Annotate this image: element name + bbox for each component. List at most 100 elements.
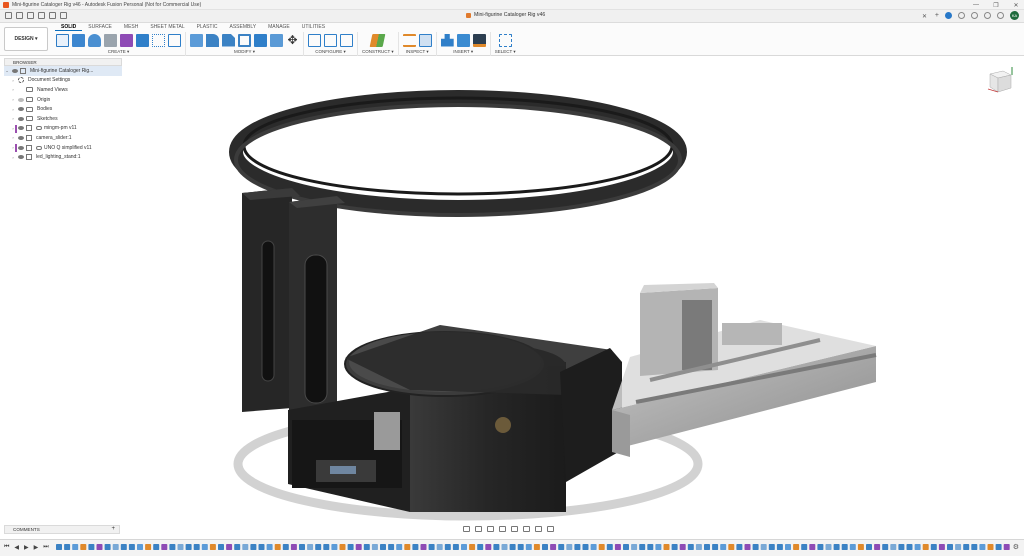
browser-item-bodies[interactable]: › Bodies xyxy=(4,104,122,114)
create-menu[interactable]: CREATE ▾ xyxy=(108,49,129,55)
timeline-feature[interactable] xyxy=(890,544,897,550)
timeline-feature[interactable] xyxy=(866,544,872,550)
timeline-feature[interactable] xyxy=(331,544,338,550)
timeline-feature[interactable] xyxy=(461,544,467,550)
timeline-feature[interactable] xyxy=(315,544,322,550)
configure-info-icon[interactable] xyxy=(340,33,353,47)
timeline-feature[interactable] xyxy=(169,544,176,550)
browser-item-document-settings[interactable]: › Document Settings xyxy=(4,76,122,86)
timeline-feature[interactable] xyxy=(96,544,103,550)
timeline-feature[interactable] xyxy=(469,544,476,550)
sketch-rect-icon[interactable] xyxy=(168,33,181,47)
visibility-eye-icon[interactable] xyxy=(18,155,24,160)
timeline-feature[interactable] xyxy=(56,544,62,550)
timeline-feature[interactable] xyxy=(647,544,654,550)
insert-mesh-icon[interactable] xyxy=(472,33,486,47)
timeline-feature[interactable] xyxy=(728,544,735,550)
insert-derive-icon[interactable] xyxy=(440,33,454,47)
timeline-feature[interactable] xyxy=(801,544,808,550)
timeline-feature[interactable] xyxy=(906,544,913,550)
maximize-button[interactable]: ❐ xyxy=(992,2,1000,9)
comments-panel[interactable]: COMMENTS + xyxy=(4,525,120,534)
look-at-icon[interactable] xyxy=(475,525,482,532)
timeline-settings-icon[interactable]: ⚙ xyxy=(1013,543,1019,551)
timeline-feature[interactable] xyxy=(485,544,492,550)
timeline-feature[interactable] xyxy=(104,544,111,550)
insert-image-icon[interactable] xyxy=(456,33,470,47)
new-sketch-icon[interactable] xyxy=(56,33,69,47)
expand-caret-icon[interactable]: › xyxy=(10,116,16,121)
configure-menu[interactable]: CONFIGURE ▾ xyxy=(315,49,346,55)
timeline-feature[interactable] xyxy=(226,544,233,550)
timeline-feature[interactable] xyxy=(234,544,241,550)
scale-icon[interactable] xyxy=(270,33,283,47)
camera-ring[interactable] xyxy=(229,90,687,217)
new-tab-icon[interactable]: + xyxy=(935,12,939,19)
step-forward-icon[interactable]: ▶ xyxy=(34,544,39,551)
timeline-feature[interactable] xyxy=(663,544,670,550)
minimize-button[interactable]: — xyxy=(972,2,980,8)
timeline-feature[interactable] xyxy=(679,544,686,550)
timeline-feature[interactable] xyxy=(250,544,257,550)
construct-menu[interactable]: CONSTRUCT ▾ xyxy=(362,49,394,55)
timeline-feature[interactable] xyxy=(550,544,557,550)
timeline-feature[interactable] xyxy=(995,544,1002,550)
camera-slider-frame[interactable] xyxy=(612,283,877,457)
timeline-feature[interactable] xyxy=(914,544,921,550)
browser-item-named-views[interactable]: › Named Views xyxy=(4,85,122,95)
timeline-feature[interactable] xyxy=(874,544,881,550)
timeline-feature[interactable] xyxy=(396,544,403,550)
close-tab-button[interactable]: ✕ xyxy=(922,13,927,20)
timeline-feature[interactable] xyxy=(849,544,856,550)
expand-caret-icon[interactable]: › xyxy=(10,155,16,160)
extrude-icon[interactable] xyxy=(72,33,85,47)
redo-icon[interactable] xyxy=(60,12,67,19)
select-menu[interactable]: SELECT ▾ xyxy=(495,49,516,55)
tab-plastic[interactable]: PLASTIC xyxy=(191,24,224,31)
timeline-feature[interactable] xyxy=(307,544,314,550)
insert-menu[interactable]: INSERT ▾ xyxy=(453,49,473,55)
timeline-feature[interactable] xyxy=(971,544,978,550)
timeline-feature[interactable] xyxy=(242,544,249,550)
timeline-feature[interactable] xyxy=(768,544,775,550)
timeline-feature[interactable] xyxy=(436,544,443,550)
timeline-feature[interactable] xyxy=(671,544,678,550)
timeline-feature[interactable] xyxy=(566,544,573,550)
browser-item-uno-q[interactable]: › UNO Q simplified v11 xyxy=(4,143,122,153)
timeline-feature[interactable] xyxy=(258,544,265,550)
timeline-feature[interactable] xyxy=(266,544,273,550)
timeline-feature[interactable] xyxy=(380,544,386,550)
add-comment-button[interactable]: + xyxy=(111,526,115,532)
collapse-caret-icon[interactable]: ⌄ xyxy=(4,68,10,73)
timeline-feature[interactable] xyxy=(720,544,727,550)
tab-solid[interactable]: SOLID xyxy=(55,24,83,31)
timeline-feature[interactable] xyxy=(752,544,759,550)
step-back-icon[interactable]: ◀ xyxy=(14,544,19,551)
timeline-feature[interactable] xyxy=(655,544,662,550)
timeline-feature[interactable] xyxy=(987,544,994,550)
timeline-feature[interactable] xyxy=(347,544,354,550)
timeline-feature[interactable] xyxy=(833,544,840,550)
press-pull-icon[interactable] xyxy=(190,33,203,47)
visibility-eye-icon[interactable] xyxy=(18,116,24,121)
undo-icon[interactable] xyxy=(49,12,56,19)
timeline-feature[interactable] xyxy=(477,544,484,550)
timeline-feature[interactable] xyxy=(509,544,516,550)
timeline-feature[interactable] xyxy=(274,544,281,550)
modify-menu[interactable]: MODIFY ▾ xyxy=(234,49,255,55)
timeline-feature[interactable] xyxy=(185,544,192,550)
timeline-feature[interactable] xyxy=(687,544,694,550)
viewports-icon[interactable] xyxy=(547,525,554,532)
hole-icon[interactable] xyxy=(104,33,117,47)
timeline-feature[interactable] xyxy=(760,544,767,550)
configure-table-icon[interactable] xyxy=(308,33,321,47)
save-icon[interactable] xyxy=(38,12,45,19)
browser-item-sketches[interactable]: › Sketches xyxy=(4,114,122,124)
timeline-feature[interactable] xyxy=(712,544,719,550)
visibility-eye-icon[interactable] xyxy=(18,107,24,112)
go-to-end-icon[interactable]: ⏭ xyxy=(43,544,48,551)
select-icon[interactable] xyxy=(498,33,512,47)
job-status-icon[interactable] xyxy=(958,12,965,19)
tab-utilities[interactable]: UTILITIES xyxy=(296,24,331,31)
timeline-feature[interactable] xyxy=(339,544,346,550)
